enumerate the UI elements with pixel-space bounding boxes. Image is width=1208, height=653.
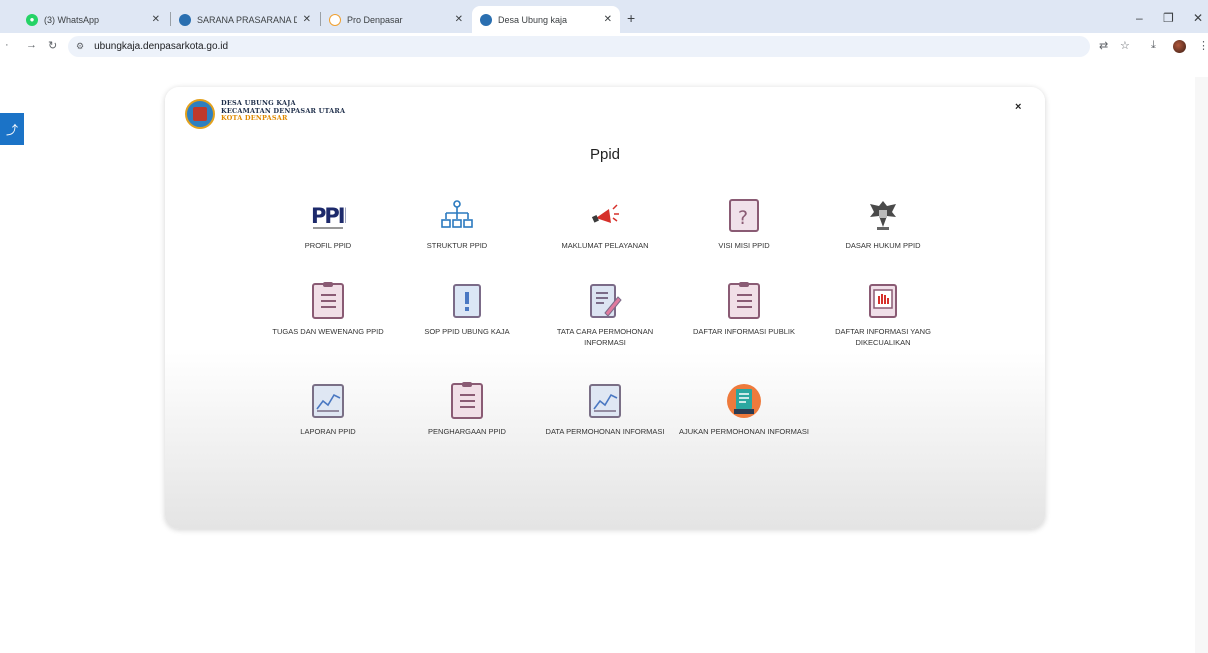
menu-item-label: DAFTAR INFORMASI PUBLIK: [693, 327, 795, 336]
menu-item-daftar-informasi-dikecualikan[interactable]: DAFTAR INFORMASI YANG DIKECUALIKAN: [818, 283, 948, 348]
menu-item-label: DAFTAR INFORMASI YANG DIKECUALIKAN: [835, 327, 931, 347]
hand-stop-document-icon: [865, 283, 901, 319]
menu-item-label: PROFIL PPID: [304, 241, 352, 250]
url-text: ubungkaja.denpasarkota.go.id: [94, 41, 229, 52]
menu-item-profil-ppid[interactable]: PPID PROFIL PPID: [263, 197, 393, 251]
modal-close-button[interactable]: ×: [1015, 101, 1021, 113]
request-form-icon: [726, 383, 762, 419]
translate-icon[interactable]: ⇄: [1099, 39, 1108, 52]
menu-item-data-permohonan[interactable]: DATA PERMOHONAN INFORMASI: [540, 383, 670, 437]
menu-item-label: STRUKTUR PPID: [426, 241, 488, 250]
tab-close-icon[interactable]: ✕: [604, 14, 612, 25]
bookmark-star-icon[interactable]: ☆: [1120, 39, 1130, 52]
question-document-icon: ?: [726, 197, 762, 233]
menu-item-label: TATA CARA PERMOHONAN INFORMASI: [556, 327, 654, 347]
whatsapp-icon: ●: [26, 13, 38, 26]
clipboard-icon: [726, 282, 762, 319]
modal-title: Ppid: [589, 146, 621, 163]
tab-close-icon[interactable]: ✕: [152, 14, 160, 25]
browser-tab-strip: ● (3) WhatsApp ✕ SARANA PRASARANA DAN IN…: [0, 0, 1208, 33]
site-settings-icon[interactable]: ⚙: [76, 41, 84, 52]
pro-denpasar-icon: [329, 13, 341, 26]
menu-item-tugas-dan-wewenang[interactable]: TUGAS DAN WEWENANG PPID: [263, 282, 393, 337]
chart-report-icon: [310, 383, 346, 419]
menu-item-label: SOP PPID UBUNG KAJA: [424, 327, 510, 336]
accessibility-widget-icon[interactable]: ⤴: [0, 113, 24, 145]
menu-item-label: VISI MISI PPID: [718, 241, 770, 250]
menu-item-dasar-hukum-ppid[interactable]: DASAR HUKUM PPID: [818, 197, 948, 251]
tab-title: Pro Denpasar: [347, 14, 403, 25]
tab-pro-denpasar[interactable]: Pro Denpasar ✕: [321, 6, 471, 33]
site-logo-icon: [480, 13, 492, 26]
download-icon[interactable]: ⤓: [1151, 39, 1156, 52]
site-logo-icon: [179, 13, 191, 26]
village-logo-icon: [185, 99, 215, 129]
web-page: ⤴ DESA UBUNG KAJA KECAMATAN DENPASAR UTA…: [0, 60, 1208, 653]
menu-item-struktur-ppid[interactable]: STRUKTUR PPID: [392, 197, 522, 251]
ppid-logo-icon: PPID: [310, 197, 363, 233]
menu-item-ajukan-permohonan[interactable]: AJUKAN PERMOHONAN INFORMASI: [679, 383, 809, 437]
menu-item-label: TUGAS DAN WEWENANG PPID: [272, 327, 384, 336]
menu-item-sop-ppid[interactable]: SOP PPID UBUNG KAJA: [402, 283, 532, 337]
org-line-3: KOTA DENPASAR: [221, 114, 288, 122]
tab-title: SARANA PRASARANA DAN INF: [197, 14, 297, 25]
back-icon[interactable]: ·: [5, 39, 9, 51]
menu-item-penghargaan-ppid[interactable]: PENGHARGAAN PPID: [402, 382, 532, 437]
menu-item-label: AJUKAN PERMOHONAN INFORMASI: [679, 427, 810, 436]
org-structure-icon: [439, 197, 475, 233]
clipboard-icon: [310, 282, 346, 319]
ppid-modal: DESA UBUNG KAJA KECAMATAN DENPASAR UTARA…: [165, 87, 1045, 529]
address-bar[interactable]: ⚙ ubungkaja.denpasarkota.go.id: [68, 36, 1090, 57]
megaphone-icon: [587, 197, 623, 233]
tab-title: (3) WhatsApp: [44, 14, 100, 25]
menu-item-tata-cara-permohonan[interactable]: TATA CARA PERMOHONAN INFORMASI: [540, 283, 670, 348]
menu-item-label: DASAR HUKUM PPID: [845, 241, 921, 250]
svg-text:PPID: PPID: [311, 204, 346, 228]
menu-kebab-icon[interactable]: ⋮: [1198, 39, 1208, 52]
exclamation-document-icon: [449, 283, 485, 319]
garuda-emblem-icon: [865, 197, 901, 233]
tab-close-icon[interactable]: ✕: [455, 14, 463, 25]
tab-sarana-prasarana[interactable]: SARANA PRASARANA DAN INF ✕: [171, 6, 319, 33]
browser-toolbar: · → ↻ ⚙ ubungkaja.denpasarkota.go.id ⇄ ☆…: [0, 33, 1208, 60]
restore-icon[interactable]: ❐: [1163, 11, 1174, 25]
organization-name: DESA UBUNG KAJA KECAMATAN DENPASAR UTARA…: [221, 99, 345, 123]
profile-avatar[interactable]: [1173, 40, 1186, 53]
menu-item-label: PENGHARGAAN PPID: [428, 427, 506, 436]
reload-icon[interactable]: ↻: [48, 39, 57, 52]
tab-close-icon[interactable]: ✕: [303, 14, 311, 25]
menu-item-maklumat-pelayanan[interactable]: MAKLUMAT PELAYANAN: [540, 197, 670, 251]
menu-item-daftar-informasi-publik[interactable]: DAFTAR INFORMASI PUBLIK: [679, 282, 809, 337]
menu-item-label: MAKLUMAT PELAYANAN: [561, 241, 649, 250]
svg-text:?: ?: [738, 207, 748, 229]
clipboard-icon: [449, 382, 485, 419]
close-window-icon[interactable]: ✕: [1193, 11, 1203, 25]
new-tab-button[interactable]: +: [627, 10, 635, 26]
menu-item-label: LAPORAN PPID: [300, 427, 356, 436]
minimize-icon[interactable]: –: [1136, 11, 1143, 25]
page-scrollbar[interactable]: [1195, 77, 1208, 653]
menu-item-laporan-ppid[interactable]: LAPORAN PPID: [263, 383, 393, 437]
menu-item-label: DATA PERMOHONAN INFORMASI: [545, 427, 665, 436]
tab-desa-ubung-kaja[interactable]: Desa Ubung kaja ✕: [472, 6, 620, 33]
document-pen-icon: [587, 283, 623, 319]
tab-title: Desa Ubung kaja: [498, 14, 568, 25]
forward-icon[interactable]: →: [26, 39, 37, 51]
menu-item-visi-misi-ppid[interactable]: ? VISI MISI PPID: [679, 197, 809, 251]
chart-report-icon: [587, 383, 623, 419]
tab-whatsapp[interactable]: ● (3) WhatsApp ✕: [18, 6, 168, 33]
